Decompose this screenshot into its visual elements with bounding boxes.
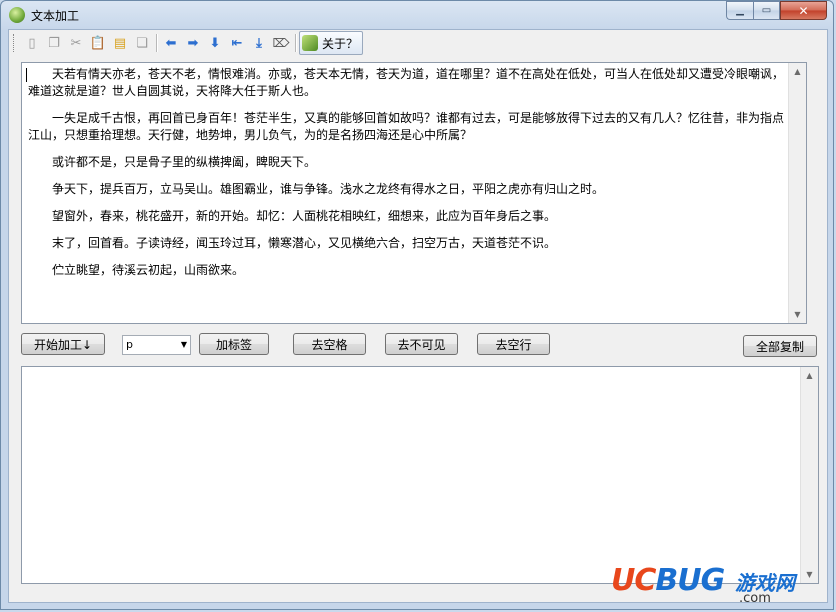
tag-select-value: p [126,338,133,351]
input-text-editor[interactable]: 天若有情天亦老，苍天不老，情恨难消。亦或，苍天本无情，苍天为道，道在哪里？道不在… [21,62,807,324]
toolbar: ▯ ❐ ✂ 📋 ▤ ❏ ⬅ ➡ ⬇ ⇤ ⤓ ⌦ 关于？ [11,30,825,56]
remove-invisible-button[interactable]: 去不可见 [385,333,458,355]
editor-scrollbar[interactable]: ▲ ▼ [788,63,806,323]
minimize-icon: ▁ [736,5,744,16]
action-row: 开始加工↓ p ▼ 加标签 去空格 去不可见 去空行 全部复制 [21,333,819,359]
watermark-domain: .com [739,591,771,606]
chevron-down-icon: ▼ [180,340,187,349]
toolbar-separator [295,34,296,52]
remove-spaces-button[interactable]: 去空格 [293,333,366,355]
open-folder-icon[interactable]: ▤ [111,34,129,52]
about-button[interactable]: 关于？ [299,31,364,55]
cut-icon[interactable]: ✂ [67,34,85,52]
window-controls: ▁ ▭ ✕ [726,1,827,20]
copy-icon[interactable]: ❐ [45,34,63,52]
about-label: 关于？ [322,36,359,51]
add-tag-button[interactable]: 加标签 [199,333,269,355]
arrow-to-start-icon[interactable]: ⇤ [228,34,246,52]
client-area: ▯ ❐ ✂ 📋 ▤ ❏ ⬅ ➡ ⬇ ⇤ ⤓ ⌦ 关于？ 天若有情天亦老，苍天不老… [8,29,828,603]
download-icon[interactable]: ⤓ [250,34,268,52]
scroll-down-icon[interactable]: ▼ [789,306,806,323]
app-window: 文本加工 ▁ ▭ ✕ ▯ ❐ ✂ 📋 ▤ ❏ ⬅ ➡ ⬇ ⇤ ⤓ ⌦ 关于？ 天… [0,0,834,610]
scroll-up-icon[interactable]: ▲ [789,63,806,80]
output-scrollbar[interactable]: ▲ ▼ [800,367,818,583]
arrow-right-icon[interactable]: ➡ [184,34,202,52]
new-file-icon[interactable]: ▯ [23,34,41,52]
editor-paragraph: 望窗外，春来，桃花盛开，新的开始。却忆：人面桃花相映红，细想来，此应为百年身后之… [52,209,557,223]
arrow-down-icon[interactable]: ⬇ [206,34,224,52]
editor-paragraph: 一失足成千古恨，再回首已身百年！苍茫半生，又真的能够回首如故吗？谁都有过去，可是… [28,111,785,142]
watermark-logo: UCBUG [611,563,725,598]
window-title: 文本加工 [31,9,80,23]
arrow-left-icon[interactable]: ⬅ [162,34,180,52]
output-text-area[interactable]: ▲ ▼ [21,366,819,584]
minimize-button[interactable]: ▁ [726,1,753,20]
title-bar[interactable]: 文本加工 ▁ ▭ ✕ [1,1,833,29]
tag-icon[interactable]: ⌦ [272,34,290,52]
app-icon [9,7,25,23]
close-button[interactable]: ✕ [780,1,827,20]
close-icon: ✕ [798,3,809,18]
tag-select[interactable]: p ▼ [122,335,191,355]
maximize-icon: ▭ [761,5,772,16]
paste-icon[interactable]: 📋 [89,34,107,52]
editor-paragraph: 争天下，提兵百万，立马吴山。雄图霸业，谁与争锋。浅水之龙终有得水之日，平阳之虎亦… [52,182,605,196]
text-caret [26,68,27,82]
editor-paragraph: 天若有情天亦老，苍天不老，情恨难消。亦或，苍天本无情，苍天为道，道在哪里？道不在… [28,67,785,98]
about-icon [302,35,318,51]
editor-paragraph: 或许都不是，只是骨子里的纵横捭阖，睥睨天下。 [52,155,317,169]
toolbar-separator [156,34,157,52]
start-process-button[interactable]: 开始加工↓ [21,333,105,355]
ucbug-watermark: UCBUG 游戏网 .com [611,563,823,606]
save-icon[interactable]: ❏ [133,34,151,52]
remove-empty-lines-button[interactable]: 去空行 [477,333,550,355]
copy-all-button[interactable]: 全部复制 [743,335,817,357]
toolbar-grip[interactable] [13,34,17,52]
scroll-up-icon[interactable]: ▲ [801,367,818,384]
editor-paragraph: 末了，回首看。子读诗经，闻玉玲过耳，懒寒潜心，又见横绝六合，扫空万古，天道苍茫不… [52,236,557,250]
maximize-button[interactable]: ▭ [753,1,780,20]
editor-paragraph: 伫立眺望，待溪云初起，山雨欲来。 [52,263,245,277]
